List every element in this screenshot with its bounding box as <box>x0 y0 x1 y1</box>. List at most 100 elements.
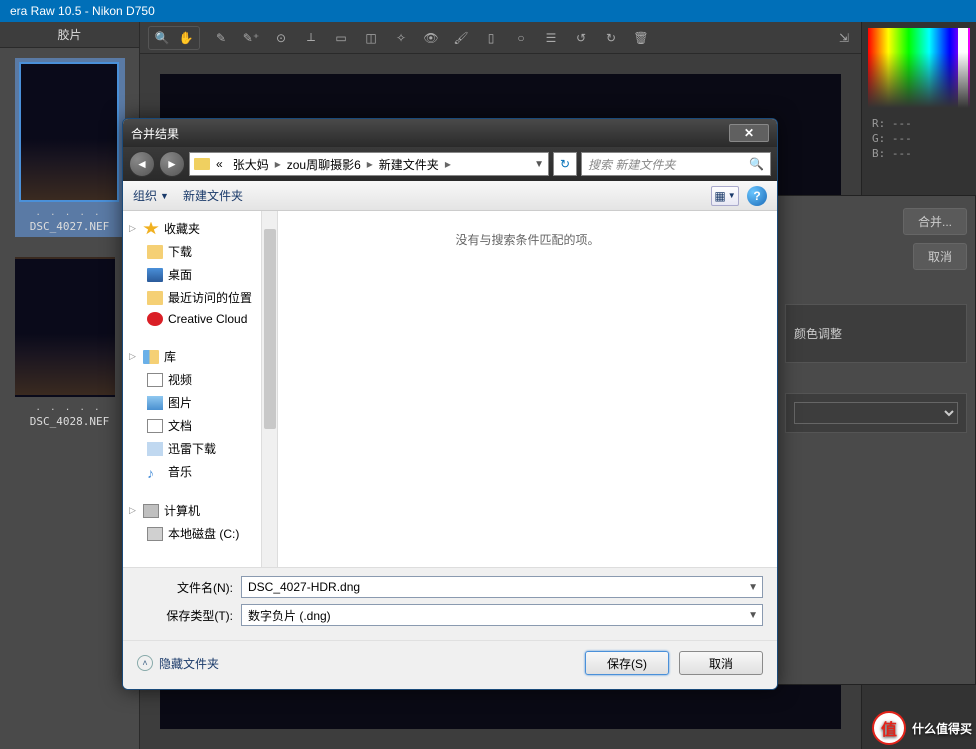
breadcrumb-item[interactable]: zou周聊摄影6 <box>283 156 365 173</box>
organize-menu[interactable]: 组织 ▼ <box>133 187 169 204</box>
refresh-button[interactable]: ↻ <box>553 152 577 176</box>
readout-b: B: --- <box>868 146 970 161</box>
redeye-icon[interactable]: 👁 <box>422 29 440 47</box>
cancel-button[interactable]: 取消 <box>679 651 763 675</box>
thumbnail-item[interactable]: . . . . . DSC_4027.NEF <box>15 58 125 237</box>
breadcrumb-item[interactable]: 张大妈 <box>229 156 273 173</box>
chevron-down-icon[interactable]: ▼ <box>534 159 544 170</box>
empty-message: 没有与搜索条件匹配的项。 <box>298 231 757 248</box>
dialog-fields: 文件名(N): ▼ 保存类型(T): 数字负片 (.dng) ▼ <box>123 567 777 640</box>
trash-icon[interactable]: 🗑 <box>632 29 650 47</box>
thumbnail-image <box>19 62 119 202</box>
filename-label: 文件名(N): <box>137 579 233 596</box>
breadcrumb-item[interactable]: 新建文件夹 <box>375 156 443 173</box>
filetype-label: 保存类型(T): <box>137 607 233 624</box>
dialog-footer: ˄ 隐藏文件夹 保存(S) 取消 <box>123 640 777 689</box>
preset-select[interactable] <box>794 402 958 424</box>
merge-button[interactable]: 合并... <box>903 208 967 235</box>
dialog-titlebar[interactable]: 合并结果 ✕ <box>123 119 777 147</box>
color-adjust-label: 颜色调整 <box>794 325 958 342</box>
thumbnail-item[interactable]: . . . . . DSC_4028.NEF <box>15 257 125 428</box>
tree-item-disk-c[interactable]: 本地磁盘 (C:) <box>127 522 273 545</box>
tree-item-pictures[interactable]: 图片 <box>127 391 273 414</box>
nav-forward-button[interactable]: ► <box>159 151 185 177</box>
chevron-right-icon: ▸ <box>275 157 281 171</box>
target-adjust-icon[interactable]: ⊙ <box>272 29 290 47</box>
nav-tree: ▷收藏夹 下载 桌面 最近访问的位置 Creative Cloud ▷库 视频 … <box>123 211 278 567</box>
tree-libraries-header[interactable]: ▷库 <box>127 345 273 368</box>
dialog-nav-bar: ◄ ► « 张大妈 ▸ zou周聊摄影6 ▸ 新建文件夹 ▸ ▼ ↻ 搜索 新建… <box>123 147 777 181</box>
view-mode-button[interactable]: ▦▼ <box>711 186 739 206</box>
straighten-icon[interactable]: ▭ <box>332 29 350 47</box>
gradient-icon[interactable]: ▯ <box>482 29 500 47</box>
brush-icon[interactable]: 🖌 <box>452 29 470 47</box>
save-dialog: 合并结果 ✕ ◄ ► « 张大妈 ▸ zou周聊摄影6 ▸ 新建文件夹 ▸ ▼ … <box>122 118 778 690</box>
filename-input[interactable]: ▼ <box>241 576 763 598</box>
new-folder-button[interactable]: 新建文件夹 <box>183 187 243 204</box>
save-button[interactable]: 保存(S) <box>585 651 669 675</box>
tree-item-downloads[interactable]: 下载 <box>127 240 273 263</box>
rotate-ccw-icon[interactable]: ↺ <box>572 29 590 47</box>
eyedropper-icon[interactable]: ✎ <box>212 29 230 47</box>
tree-item-music[interactable]: ♪音乐 <box>127 460 273 483</box>
tree-favorites-header[interactable]: ▷收藏夹 <box>127 217 273 240</box>
search-input[interactable]: 搜索 新建文件夹 🔍 <box>581 152 771 176</box>
dialog-body: ▷收藏夹 下载 桌面 最近访问的位置 Creative Cloud ▷库 视频 … <box>123 211 777 567</box>
hide-folders-toggle[interactable]: ˄ 隐藏文件夹 <box>137 655 219 672</box>
watermark: 值 什么值得买 <box>872 711 972 745</box>
chevron-up-icon: ˄ <box>137 655 153 671</box>
transform-icon[interactable]: ◫ <box>362 29 380 47</box>
filmstrip-header: 胶片 <box>0 22 139 48</box>
filmstrip-panel: 胶片 . . . . . DSC_4027.NEF . . . . . DSC_… <box>0 22 140 749</box>
rotate-cw-icon[interactable]: ↻ <box>602 29 620 47</box>
list-icon[interactable]: ☰ <box>542 29 560 47</box>
tree-computer-header[interactable]: ▷计算机 <box>127 499 273 522</box>
crop-icon[interactable]: ⟂ <box>302 29 320 47</box>
dialog-title: 合并结果 <box>131 125 729 142</box>
tree-item-documents[interactable]: 文档 <box>127 414 273 437</box>
filetype-value: 数字负片 (.dng) <box>248 607 331 624</box>
readout-r: R: --- <box>868 116 970 131</box>
filetype-select[interactable]: 数字负片 (.dng) ▼ <box>241 604 763 626</box>
merge-cancel-button[interactable]: 取消 <box>913 243 967 270</box>
chevron-right-icon: ▸ <box>445 157 451 171</box>
help-button[interactable]: ? <box>747 186 767 206</box>
zoom-tool-icon[interactable]: 🔍 <box>153 29 171 47</box>
file-list-area[interactable]: 没有与搜索条件匹配的项。 <box>278 211 777 567</box>
close-button[interactable]: ✕ <box>729 124 769 142</box>
tree-scrollbar[interactable] <box>261 211 277 567</box>
tree-item-desktop[interactable]: 桌面 <box>127 263 273 286</box>
dialog-toolbar: 组织 ▼ 新建文件夹 ▦▼ ? <box>123 181 777 211</box>
chevron-down-icon[interactable]: ▼ <box>748 582 758 593</box>
histogram[interactable] <box>868 28 970 108</box>
spot-removal-icon[interactable]: ✧ <box>392 29 410 47</box>
radial-icon[interactable]: ○ <box>512 29 530 47</box>
search-icon: 🔍 <box>749 157 764 171</box>
filename-field[interactable] <box>248 580 756 594</box>
app-title-text: era Raw 10.5 - Nikon D750 <box>10 4 155 18</box>
search-placeholder: 搜索 新建文件夹 <box>588 156 675 173</box>
rgb-readout: R: --- G: --- B: --- <box>868 116 970 161</box>
folder-icon <box>194 158 210 170</box>
app-title-bar: era Raw 10.5 - Nikon D750 <box>0 0 976 22</box>
merge-options-dialog: 合并... 取消 颜色调整 <box>776 195 976 685</box>
tree-item-recent[interactable]: 最近访问的位置 <box>127 286 273 309</box>
top-toolbar: 🔍 ✋ ✎ ✎⁺ ⊙ ⟂ ▭ ◫ ✧ 👁 🖌 ▯ ○ ☰ ↺ ↻ 🗑 ⇲ <box>140 22 861 54</box>
color-sampler-icon[interactable]: ✎⁺ <box>242 29 260 47</box>
nav-back-button[interactable]: ◄ <box>129 151 155 177</box>
thumbnail-filename: DSC_4028.NEF <box>15 415 125 428</box>
thumbnail-filename: DSC_4027.NEF <box>19 220 121 233</box>
thumbnail-rating[interactable]: . . . . . <box>15 399 125 413</box>
thumbnail-rating[interactable]: . . . . . <box>19 204 121 218</box>
export-icon[interactable]: ⇲ <box>835 29 853 47</box>
thumbnail-image <box>15 257 115 397</box>
watermark-text: 什么值得买 <box>912 720 972 737</box>
watermark-badge-icon: 值 <box>872 711 906 745</box>
tree-item-creative-cloud[interactable]: Creative Cloud <box>127 309 273 329</box>
tree-item-videos[interactable]: 视频 <box>127 368 273 391</box>
tree-item-thunder[interactable]: 迅雷下载 <box>127 437 273 460</box>
address-bar[interactable]: « 张大妈 ▸ zou周聊摄影6 ▸ 新建文件夹 ▸ ▼ <box>189 152 549 176</box>
chevron-down-icon[interactable]: ▼ <box>748 610 758 621</box>
hand-tool-icon[interactable]: ✋ <box>177 29 195 47</box>
breadcrumb-prefix: « <box>212 157 227 171</box>
